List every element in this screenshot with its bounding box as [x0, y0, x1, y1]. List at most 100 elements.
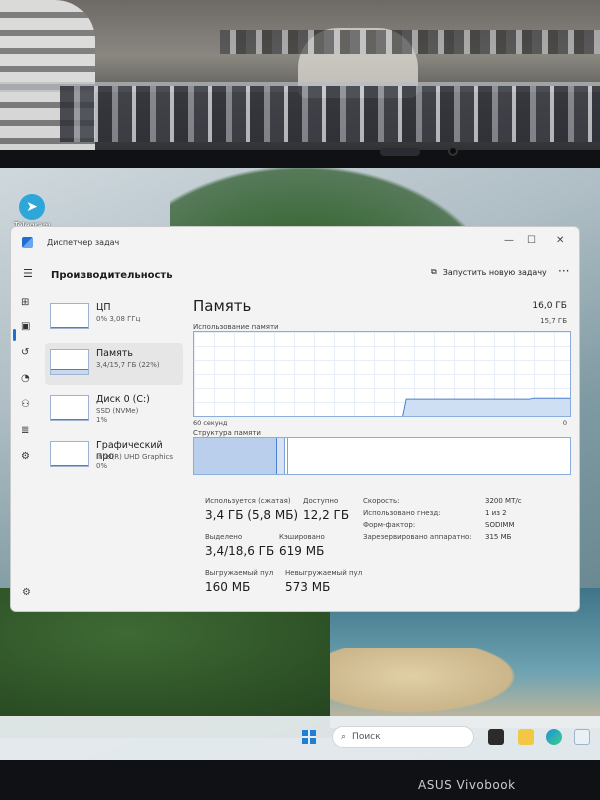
spec-key: Скорость: — [363, 497, 400, 505]
desktop-icon-telegram[interactable]: ➤ Telegram — [14, 194, 51, 230]
spec-row: Форм-фактор: SODIMM — [363, 521, 573, 533]
nav-rail: ⊞ ▣ ↺ ◔ ⚇ ≣ ⚙ — [11, 291, 41, 611]
resource-usage: 1% — [96, 416, 108, 424]
gpu-thumbnail — [50, 441, 89, 467]
store-icon[interactable] — [574, 729, 590, 745]
file-explorer-icon[interactable] — [518, 729, 534, 745]
memory-usage-graph — [193, 331, 571, 417]
webcam-icon — [448, 146, 458, 156]
resource-item-memory[interactable]: Память 3,4/15,7 ГБ (22%) — [45, 343, 183, 385]
stat-available: Доступно 12,2 ГБ — [303, 497, 349, 522]
task-manager-app-icon — [22, 236, 33, 248]
resource-item-cpu[interactable]: ЦП 0% 3,08 ГГц — [45, 297, 183, 339]
usage-graph-svg — [402, 397, 570, 416]
phone-display — [60, 86, 600, 142]
active-indicator — [13, 329, 16, 341]
spec-value: SODIMM — [485, 521, 515, 529]
resource-detail: SSD (NVMe) — [96, 407, 139, 415]
stat-label: Используется (сжатая) — [205, 497, 291, 505]
search-icon: ⌕ — [341, 732, 347, 742]
stat-value: 573 МБ — [285, 580, 331, 594]
memory-total: 16,0 ГБ — [532, 301, 567, 311]
cpu-thumbnail-fill — [51, 326, 88, 328]
desktop: ➤ Telegram Диспетчер задач — ☐ ✕ ☰ Произ… — [0, 168, 600, 760]
stat-paged-pool: Выгружаемый пул 160 МБ — [205, 569, 273, 594]
memory-composition-bar — [193, 437, 571, 475]
resource-item-gpu[interactable]: Графический про Intel(R) UHD Graphics 0% — [45, 435, 183, 477]
run-task-label: Запустить новую задачу — [442, 267, 547, 277]
run-new-task-button[interactable]: ⧉ Запустить новую задачу — [431, 267, 547, 277]
taskbar-search[interactable]: ⌕ Поиск — [332, 726, 474, 748]
processes-icon[interactable]: ⊞ — [21, 297, 29, 308]
composition-in-use — [194, 438, 278, 474]
usage-graph-max: 15,7 ГБ — [540, 317, 567, 325]
resource-list: ЦП 0% 3,08 ГГц Память 3,4/15,7 ГБ (22%) … — [45, 297, 183, 481]
stat-committed: Выделено 3,4/18,6 ГБ — [205, 533, 274, 558]
resource-item-disk[interactable]: Диск 0 (C:) SSD (NVMe) 1% — [45, 389, 183, 431]
memory-panel: Память 16,0 ГБ Использование памяти 15,7… — [193, 291, 571, 611]
stat-value: 160 МБ — [205, 580, 251, 594]
edge-browser-icon[interactable] — [546, 729, 562, 745]
page-title: Производительность — [51, 270, 173, 281]
more-options-icon[interactable]: ··· — [558, 264, 569, 278]
maximize-button[interactable]: ☐ — [527, 235, 536, 246]
search-placeholder: Поиск — [352, 732, 381, 742]
device-brand-label: ASUS Vivobook — [418, 778, 516, 792]
resource-detail: Intel(R) UHD Graphics — [96, 453, 173, 461]
graph-time-label: 60 секунд — [193, 419, 228, 427]
settings-icon[interactable]: ⚙ — [22, 587, 31, 598]
resource-detail: 0% 3,08 ГГц — [96, 315, 141, 323]
resource-name: ЦП — [96, 302, 111, 313]
composition-modified — [277, 438, 285, 474]
close-button[interactable]: ✕ — [556, 235, 564, 246]
cpu-thumbnail — [50, 303, 89, 329]
task-view-icon[interactable] — [488, 729, 504, 745]
disk-thumbnail — [50, 395, 89, 421]
stat-value: 3,4/18,6 ГБ — [205, 544, 275, 558]
webcam-shutter — [380, 148, 420, 156]
composition-standby — [285, 438, 289, 474]
title-bar[interactable]: Диспетчер задач — ☐ ✕ — [11, 227, 579, 257]
stat-label: Невыгружаемый пул — [285, 569, 363, 577]
usage-graph-label: Использование памяти — [193, 323, 279, 331]
services-icon[interactable]: ⚙ — [21, 451, 30, 462]
memory-specs: Скорость: 3200 MT/c Использовано гнезд: 1 … — [363, 497, 573, 545]
telegram-icon: ➤ — [19, 194, 45, 220]
spec-value: 1 из 2 — [485, 509, 507, 517]
details-icon[interactable]: ≣ — [21, 425, 29, 436]
usage-area — [402, 398, 570, 416]
stat-value: 619 МБ — [279, 544, 325, 558]
window-body: ☰ Производительность ⧉ Запустить новую з… — [11, 257, 579, 611]
resource-usage: 0% — [96, 462, 108, 470]
startup-apps-icon[interactable]: ◔ — [21, 373, 30, 384]
stat-value: 3,4 ГБ (5,8 МБ) — [205, 508, 299, 522]
stat-cached: Кэшировано 619 МБ — [279, 533, 325, 558]
spec-key: Использовано гнезд: — [363, 509, 441, 517]
resource-detail: 3,4/15,7 ГБ (22%) — [96, 361, 160, 369]
structure-label: Структура памяти — [193, 429, 261, 437]
stat-in-use: Используется (сжатая) 3,4 ГБ (5,8 МБ) — [205, 497, 298, 522]
spec-key: Форм-фактор: — [363, 521, 416, 529]
stat-label: Выделено — [205, 533, 243, 541]
run-task-icon: ⧉ — [431, 267, 437, 276]
users-icon[interactable]: ⚇ — [21, 399, 30, 410]
performance-icon[interactable]: ▣ — [21, 321, 30, 332]
gpu-thumbnail-fill — [51, 465, 88, 466]
graph-zero-label: 0 — [562, 419, 567, 427]
spec-value: 3200 MT/c — [485, 497, 522, 505]
spec-value: 315 МБ — [485, 533, 512, 541]
stat-label: Кэшировано — [279, 533, 325, 541]
stat-label: Доступно — [303, 497, 339, 505]
disk-thumbnail-fill — [51, 419, 88, 420]
memory-title: Память — [193, 297, 252, 315]
minimize-button[interactable]: — — [504, 235, 514, 246]
start-button-icon[interactable] — [302, 730, 316, 744]
wallpaper-beach — [330, 648, 530, 718]
memory-thumbnail — [50, 349, 89, 375]
taskbar: ⌕ Поиск — [0, 716, 600, 760]
phone-display-upper — [220, 30, 600, 54]
resource-name: Диск 0 (C:) — [96, 394, 150, 405]
hamburger-menu-icon[interactable]: ☰ — [23, 267, 33, 280]
spec-row: Скорость: 3200 MT/c — [363, 497, 573, 509]
app-history-icon[interactable]: ↺ — [21, 347, 29, 358]
